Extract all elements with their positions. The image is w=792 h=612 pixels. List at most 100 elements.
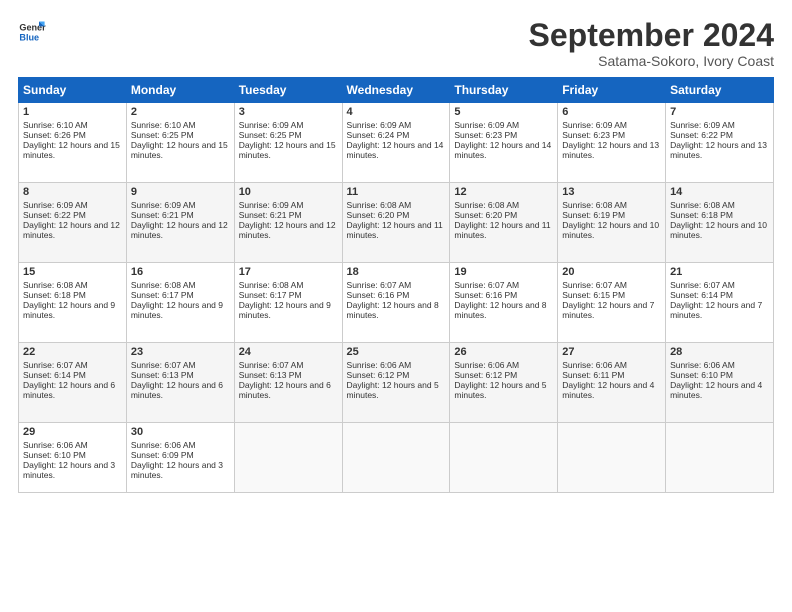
daylight-text: Daylight: 12 hours and 12 minutes.	[23, 220, 120, 240]
sunrise-text: Sunrise: 6:09 AM	[239, 200, 304, 210]
day-number: 11	[347, 186, 446, 198]
day-number: 22	[23, 346, 122, 358]
daylight-text: Daylight: 12 hours and 4 minutes.	[562, 380, 654, 400]
sunset-text: Sunset: 6:18 PM	[670, 210, 733, 220]
day-number: 18	[347, 266, 446, 278]
day-number: 12	[454, 186, 553, 198]
day-number: 20	[562, 266, 661, 278]
daylight-text: Daylight: 12 hours and 10 minutes.	[562, 220, 659, 240]
daylight-text: Daylight: 12 hours and 11 minutes.	[454, 220, 550, 240]
sunset-text: Sunset: 6:16 PM	[347, 290, 410, 300]
sunrise-text: Sunrise: 6:09 AM	[670, 120, 735, 130]
daylight-text: Daylight: 12 hours and 7 minutes.	[670, 300, 762, 320]
table-row: 30Sunrise: 6:06 AMSunset: 6:09 PMDayligh…	[126, 423, 234, 493]
sunset-text: Sunset: 6:12 PM	[454, 370, 517, 380]
sunrise-text: Sunrise: 6:09 AM	[131, 200, 196, 210]
daylight-text: Daylight: 12 hours and 13 minutes.	[670, 140, 767, 160]
daylight-text: Daylight: 12 hours and 3 minutes.	[23, 460, 115, 480]
table-row: 18 Sunrise: 6:07 AMSunset: 6:16 PMDayligh…	[342, 263, 450, 343]
sunrise-text: Sunrise: 6:08 AM	[23, 280, 88, 290]
sunset-text: Sunset: 6:25 PM	[239, 130, 302, 140]
day-number: 15	[23, 266, 122, 278]
table-row: 3Sunrise: 6:09 AMSunset: 6:25 PMDaylight…	[234, 103, 342, 183]
sunrise-text: Sunrise: 6:09 AM	[239, 120, 304, 130]
table-row: 8Sunrise: 6:09 AMSunset: 6:22 PMDaylight…	[19, 183, 127, 263]
sunset-text: Sunset: 6:18 PM	[23, 290, 86, 300]
logo: General Blue	[18, 18, 46, 46]
sunset-text: Sunset: 6:21 PM	[131, 210, 194, 220]
day-number: 30	[131, 426, 230, 438]
table-row: 17Sunrise: 6:08 AMSunset: 6:17 PMDayligh…	[234, 263, 342, 343]
sunset-text: Sunset: 6:14 PM	[23, 370, 86, 380]
daylight-text: Daylight: 12 hours and 9 minutes.	[131, 300, 223, 320]
table-row: 7Sunrise: 6:09 AMSunset: 6:22 PMDaylight…	[666, 103, 774, 183]
day-number: 5	[454, 106, 553, 118]
day-number: 19	[454, 266, 553, 278]
sunrise-text: Sunrise: 6:10 AM	[23, 120, 88, 130]
sunset-text: Sunset: 6:20 PM	[347, 210, 410, 220]
sunrise-text: Sunrise: 6:10 AM	[131, 120, 196, 130]
daylight-text: Daylight: 12 hours and 7 minutes.	[562, 300, 654, 320]
sunset-text: Sunset: 6:16 PM	[454, 290, 517, 300]
day-number: 3	[239, 106, 338, 118]
day-number: 8	[23, 186, 122, 198]
col-monday: Monday	[126, 78, 234, 103]
table-row: 26Sunrise: 6:06 AMSunset: 6:12 PMDayligh…	[450, 343, 558, 423]
sunset-text: Sunset: 6:10 PM	[670, 370, 733, 380]
daylight-text: Daylight: 12 hours and 11 minutes.	[347, 220, 443, 240]
sunset-text: Sunset: 6:25 PM	[131, 130, 194, 140]
daylight-text: Daylight: 12 hours and 8 minutes.	[347, 300, 439, 320]
sunset-text: Sunset: 6:23 PM	[454, 130, 517, 140]
day-number: 13	[562, 186, 661, 198]
logo-icon: General Blue	[18, 18, 46, 46]
table-row: 2Sunrise: 6:10 AMSunset: 6:25 PMDaylight…	[126, 103, 234, 183]
table-row: 16Sunrise: 6:08 AMSunset: 6:17 PMDayligh…	[126, 263, 234, 343]
day-number: 17	[239, 266, 338, 278]
table-row: 27Sunrise: 6:06 AMSunset: 6:11 PMDayligh…	[558, 343, 666, 423]
sunrise-text: Sunrise: 6:06 AM	[562, 360, 627, 370]
sunrise-text: Sunrise: 6:06 AM	[131, 440, 196, 450]
daylight-text: Daylight: 12 hours and 12 minutes.	[239, 220, 336, 240]
col-wednesday: Wednesday	[342, 78, 450, 103]
sunrise-text: Sunrise: 6:07 AM	[347, 280, 412, 290]
sunrise-text: Sunrise: 6:09 AM	[347, 120, 412, 130]
day-number: 25	[347, 346, 446, 358]
sunset-text: Sunset: 6:13 PM	[239, 370, 302, 380]
sunrise-text: Sunrise: 6:06 AM	[347, 360, 412, 370]
sunset-text: Sunset: 6:14 PM	[670, 290, 733, 300]
sunset-text: Sunset: 6:12 PM	[347, 370, 410, 380]
location-subtitle: Satama-Sokoro, Ivory Coast	[529, 53, 774, 69]
daylight-text: Daylight: 12 hours and 15 minutes.	[23, 140, 120, 160]
sunset-text: Sunset: 6:10 PM	[23, 450, 86, 460]
col-thursday: Thursday	[450, 78, 558, 103]
sunset-text: Sunset: 6:22 PM	[670, 130, 733, 140]
table-row: 6Sunrise: 6:09 AMSunset: 6:23 PMDaylight…	[558, 103, 666, 183]
col-sunday: Sunday	[19, 78, 127, 103]
sunrise-text: Sunrise: 6:07 AM	[23, 360, 88, 370]
daylight-text: Daylight: 12 hours and 3 minutes.	[131, 460, 223, 480]
sunrise-text: Sunrise: 6:07 AM	[239, 360, 304, 370]
sunset-text: Sunset: 6:20 PM	[454, 210, 517, 220]
daylight-text: Daylight: 12 hours and 6 minutes.	[239, 380, 331, 400]
title-block: September 2024 Satama-Sokoro, Ivory Coas…	[529, 18, 774, 69]
table-row	[234, 423, 342, 493]
table-row	[450, 423, 558, 493]
table-row: 9Sunrise: 6:09 AMSunset: 6:21 PMDaylight…	[126, 183, 234, 263]
sunset-text: Sunset: 6:17 PM	[239, 290, 302, 300]
day-number: 10	[239, 186, 338, 198]
day-number: 29	[23, 426, 122, 438]
page-header: General Blue September 2024 Satama-Sokor…	[18, 18, 774, 69]
table-row: 11Sunrise: 6:08 AMSunset: 6:20 PMDayligh…	[342, 183, 450, 263]
table-row: 4Sunrise: 6:09 AMSunset: 6:24 PMDaylight…	[342, 103, 450, 183]
sunset-text: Sunset: 6:15 PM	[562, 290, 625, 300]
sunrise-text: Sunrise: 6:07 AM	[454, 280, 519, 290]
sunrise-text: Sunrise: 6:08 AM	[454, 200, 519, 210]
day-number: 6	[562, 106, 661, 118]
daylight-text: Daylight: 12 hours and 15 minutes.	[131, 140, 228, 160]
table-row: 12 Sunrise: 6:08 AMSunset: 6:20 PMDayligh…	[450, 183, 558, 263]
table-row: 28Sunrise: 6:06 AMSunset: 6:10 PMDayligh…	[666, 343, 774, 423]
svg-text:Blue: Blue	[19, 32, 39, 42]
col-friday: Friday	[558, 78, 666, 103]
day-number: 14	[670, 186, 769, 198]
sunset-text: Sunset: 6:23 PM	[562, 130, 625, 140]
